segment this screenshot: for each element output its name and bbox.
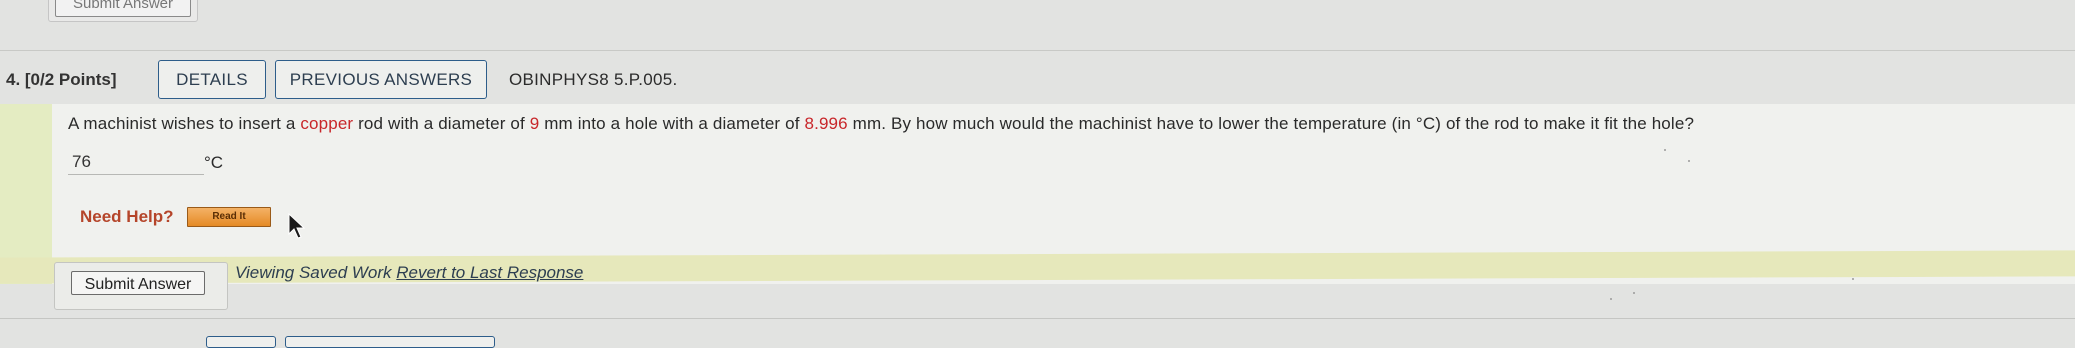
revert-to-last-response-link[interactable]: Revert to Last Response — [396, 263, 583, 282]
speck — [1852, 278, 1854, 280]
speck — [1664, 149, 1666, 151]
answer-input[interactable] — [68, 150, 204, 175]
arrow-cursor-icon — [288, 213, 306, 239]
answer-unit: °C — [204, 153, 224, 172]
submit-container: Submit Answer — [54, 262, 228, 310]
question-text-part: mm into a hole with a diameter of — [539, 114, 805, 133]
speck — [1610, 298, 1612, 300]
previous-submit-container: Submit Answer — [48, 0, 198, 22]
question-highlight-rod-diameter: 9 — [529, 114, 540, 133]
question-code: OBINPHYS8 5.P.005. — [509, 70, 678, 89]
question-divider-bottom — [0, 318, 2075, 319]
speck — [1688, 160, 1690, 162]
question-text-part: rod with a diameter of — [353, 114, 530, 133]
saved-work-notice: Viewing Saved Work Revert to Last Respon… — [235, 263, 583, 283]
previous-answers-button[interactable]: PREVIOUS ANSWERS — [275, 60, 487, 99]
speck — [1633, 292, 1635, 294]
need-help-label: Need Help? — [80, 207, 174, 226]
next-question-details-button[interactable] — [206, 336, 276, 348]
details-button[interactable]: DETAILS — [158, 60, 266, 99]
question-text-part: A machinist wishes to insert a — [68, 114, 301, 133]
question-number-points: 4. [0/2 Points] — [6, 70, 117, 89]
question-text: A machinist wishes to insert a copper ro… — [68, 114, 1694, 134]
question-highlight-copper: copper — [300, 114, 354, 133]
previous-submit-button[interactable]: Submit Answer — [55, 0, 191, 17]
submit-answer-button[interactable]: Submit Answer — [71, 271, 205, 295]
read-it-button[interactable]: Read It — [187, 207, 271, 227]
question-highlight-hole-diameter: 8.996 — [804, 114, 848, 133]
next-question-previous-answers-button[interactable] — [285, 336, 495, 348]
viewing-saved-work-text: Viewing Saved Work — [235, 263, 392, 282]
question-divider — [0, 50, 2075, 51]
question-text-part: mm. By how much would the machinist have… — [847, 114, 1695, 133]
